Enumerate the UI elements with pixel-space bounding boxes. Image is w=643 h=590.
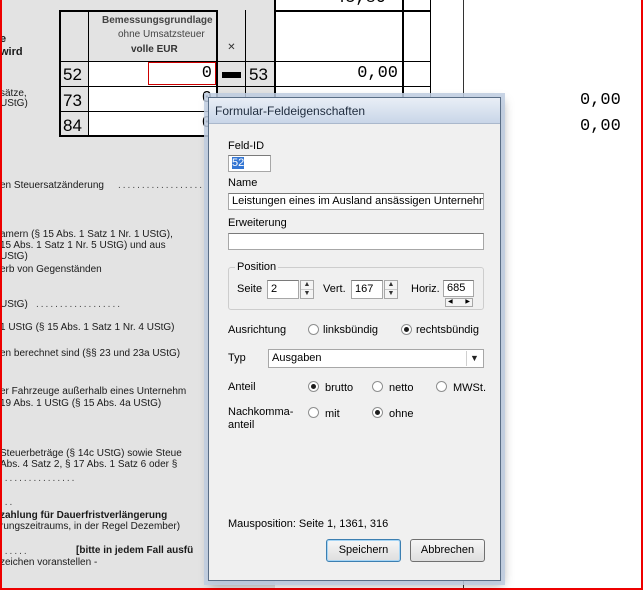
erweiterung-label: Erweiterung bbox=[228, 217, 287, 229]
form-text: zeichen voranstellen - bbox=[0, 557, 98, 568]
form-text: UStG) bbox=[0, 299, 28, 310]
row-number-53: 53 bbox=[249, 65, 268, 84]
form-text: Steuerbeträge (§ 14c UStG) sowie Steue bbox=[0, 448, 182, 459]
radio-ohne[interactable] bbox=[372, 407, 383, 418]
nachkomma-label-2: anteil bbox=[228, 419, 255, 431]
field-53-value[interactable]: 0,00 bbox=[300, 64, 398, 83]
ohne-label[interactable]: ohne bbox=[389, 408, 413, 420]
minus-icon bbox=[222, 72, 241, 78]
nachkomma-label-1: Nachkomma- bbox=[228, 406, 294, 418]
field-84-value[interactable]: 0 bbox=[150, 114, 212, 133]
form-text: er Fahrzeuge außerhalb eines Unternehm bbox=[0, 386, 187, 397]
seite-input[interactable]: 2 bbox=[267, 280, 299, 299]
cancel-button[interactable]: Abbrechen bbox=[410, 539, 485, 562]
brutto-label[interactable]: brutto bbox=[325, 382, 353, 394]
row-number-84: 84 bbox=[63, 116, 82, 135]
header-title: Bemessungsgrundlage bbox=[102, 15, 213, 26]
radio-netto[interactable] bbox=[372, 381, 383, 392]
typ-select[interactable]: Ausgaben ▼ bbox=[268, 349, 484, 368]
form-text: zahlung für Dauerfristverlängerung bbox=[0, 510, 168, 521]
header-unit: volle EUR bbox=[131, 44, 178, 55]
feld-id-input[interactable]: 52 bbox=[228, 155, 271, 172]
field-properties-dialog: Formular-Feldeigenschaften Feld-ID 52 Na… bbox=[208, 97, 501, 581]
spin-down-icon[interactable]: ▼ bbox=[385, 290, 397, 298]
anteil-label: Anteil bbox=[228, 381, 256, 393]
form-text: 19 Abs. 1 UStG (§ 15 Abs. 4a UStG) bbox=[0, 398, 162, 409]
name-label: Name bbox=[228, 177, 258, 189]
header-left-partial-2: wird bbox=[0, 46, 23, 58]
feld-id-label: Feld-ID bbox=[228, 140, 265, 152]
radio-mit[interactable] bbox=[308, 407, 319, 418]
chevron-down-icon[interactable]: ▼ bbox=[466, 351, 482, 366]
radio-linksbuendig[interactable] bbox=[308, 324, 319, 335]
form-text: 15 Abs. 1 Satz 1 Nr. 5 UStG) und aus bbox=[0, 240, 166, 251]
form-text: rungszeitraums, in der Regel Dezember) bbox=[0, 521, 181, 532]
field-73-value[interactable]: 0 bbox=[150, 89, 212, 108]
field-52-value[interactable]: 0 bbox=[150, 64, 212, 83]
form-text: UStG) bbox=[0, 251, 28, 262]
rechtsbuendig-label[interactable]: rechtsbündig bbox=[416, 324, 479, 336]
row-partial-label-2: UStG) bbox=[0, 98, 28, 109]
seite-label: Seite bbox=[237, 283, 263, 295]
ausrichtung-label: Ausrichtung bbox=[228, 324, 287, 336]
feld-id-value: 52 bbox=[232, 157, 245, 169]
vert-spinner[interactable]: ▲ ▼ bbox=[384, 280, 398, 299]
erweiterung-input[interactable] bbox=[228, 233, 484, 250]
spin-up-icon[interactable]: ▲ bbox=[385, 281, 397, 290]
header-subtitle: ohne Umsatzsteuer bbox=[118, 29, 205, 40]
linksbuendig-label[interactable]: linksbündig bbox=[323, 324, 378, 336]
seite-spinner[interactable]: ▲ ▼ bbox=[300, 280, 314, 299]
form-text: en berechnet sind (§§ 23 und 23a UStG) bbox=[0, 348, 181, 359]
mit-label[interactable]: mit bbox=[325, 408, 340, 420]
top-value: 45,80 bbox=[335, 0, 386, 8]
vert-input[interactable]: 167 bbox=[351, 280, 383, 299]
form-text: en Steuersatzänderung bbox=[0, 180, 104, 191]
form-text: amern (§ 15 Abs. 1 Satz 1 Nr. 1 UStG), bbox=[0, 229, 173, 240]
horiz-scroll[interactable]: ◀ ▶ bbox=[445, 298, 473, 307]
form-text: 1 UStG (§ 15 Abs. 1 Satz 1 Nr. 4 UStG) bbox=[0, 322, 175, 333]
radio-rechtsbuendig[interactable] bbox=[401, 324, 412, 335]
row-number-73: 73 bbox=[63, 91, 82, 110]
radio-brutto[interactable] bbox=[308, 381, 319, 392]
arrow-right-icon[interactable]: ▶ bbox=[465, 299, 470, 306]
spin-up-icon[interactable]: ▲ bbox=[301, 281, 313, 290]
typ-value: Ausgaben bbox=[272, 352, 322, 364]
position-group-label: Position bbox=[235, 261, 279, 273]
spin-down-icon[interactable]: ▼ bbox=[301, 290, 313, 298]
crossed-cell: ✕ bbox=[227, 42, 236, 53]
mouse-position-status: Mausposition: Seite 1, 1361, 316 bbox=[228, 518, 389, 530]
horiz-label: Horiz. bbox=[411, 283, 440, 295]
dialog-title-bar[interactable]: Formular-Feldeigenschaften bbox=[209, 98, 500, 124]
row-number-52: 52 bbox=[63, 65, 82, 84]
vert-label: Vert. bbox=[323, 283, 346, 295]
right-value-1: 0,00 bbox=[580, 91, 621, 110]
right-value-2: 0,00 bbox=[580, 117, 621, 136]
mwst-label[interactable]: MWSt. bbox=[453, 382, 486, 394]
radio-mwst[interactable] bbox=[436, 381, 447, 392]
typ-label: Typ bbox=[228, 352, 246, 364]
arrow-left-icon[interactable]: ◀ bbox=[448, 299, 453, 306]
form-text: erb von Gegenständen bbox=[0, 264, 102, 275]
form-text: [bitte in jedem Fall ausfü bbox=[76, 545, 194, 556]
form-text: Abs. 4 Satz 2, § 17 Abs. 1 Satz 6 oder § bbox=[0, 459, 178, 470]
save-button[interactable]: Speichern bbox=[326, 539, 401, 562]
name-input[interactable]: Leistungen eines im Ausland ansässigen U… bbox=[228, 193, 484, 210]
netto-label[interactable]: netto bbox=[389, 382, 413, 394]
horiz-input[interactable]: 685 bbox=[443, 280, 474, 297]
